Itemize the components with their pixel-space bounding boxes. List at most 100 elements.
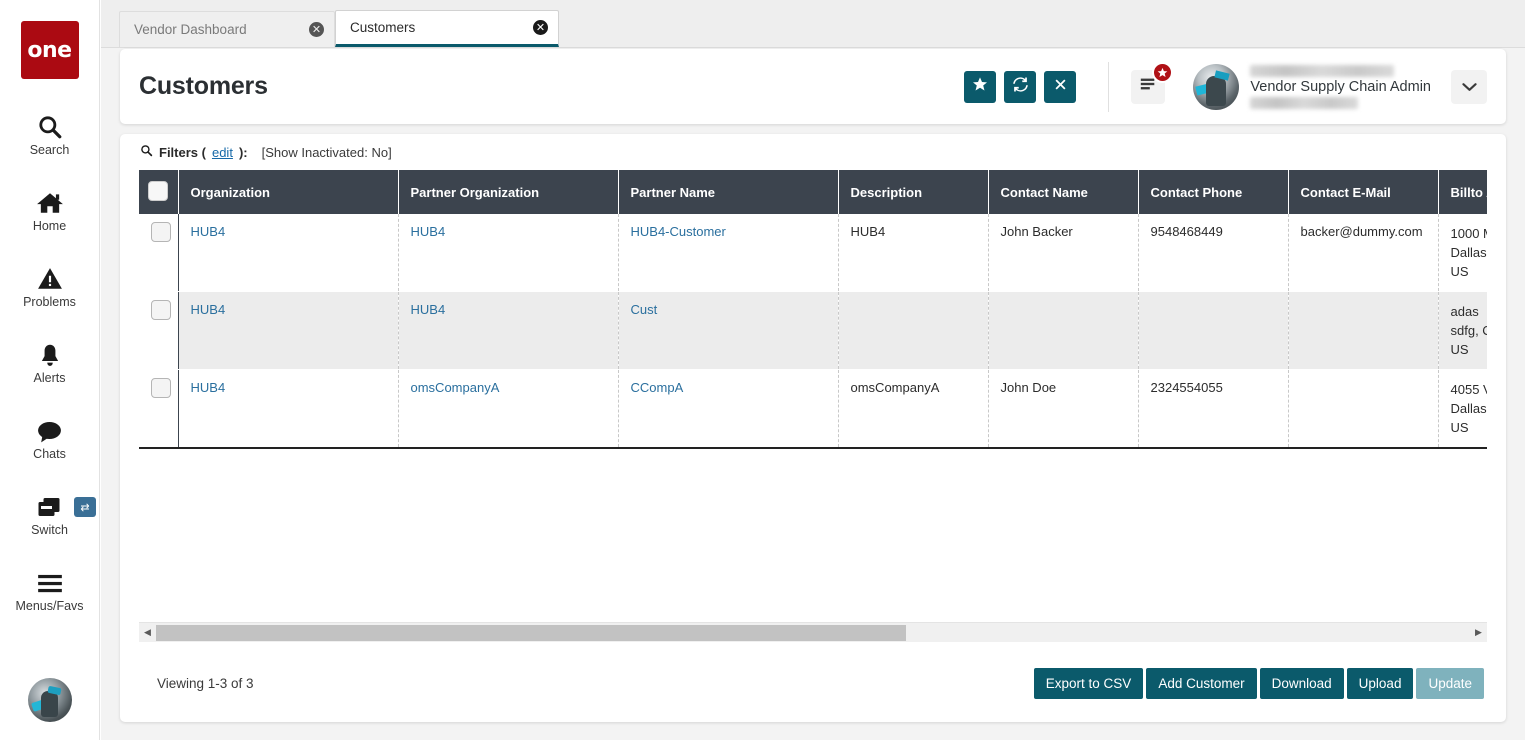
refresh-button[interactable] <box>1004 70 1037 103</box>
sidebar-item-switch[interactable]: ⇄ Switch <box>0 477 99 553</box>
col-contact-email[interactable]: Contact E-Mail <box>1288 170 1439 214</box>
chat-bubble-icon <box>36 417 63 445</box>
sidebar-item-alerts[interactable]: Alerts <box>0 325 99 401</box>
table-row[interactable]: HUB4 HUB4 Cust adas sdfg, CT <box>139 291 1487 370</box>
footer-buttons: Export to CSV Add Customer Download Uplo… <box>1033 667 1484 699</box>
cell-partner-name: Cust <box>618 291 839 370</box>
avatar-shape-2 <box>41 691 58 717</box>
cell-partner-name: HUB4-Customer <box>618 214 839 292</box>
organization-link[interactable]: HUB4 <box>191 224 226 239</box>
tab-bar: Vendor Dashboard ✕ Customers ✕ <box>101 0 1525 48</box>
cell-contact-email: backer@dummy.com <box>1288 214 1439 292</box>
filters-label: Filters ( <box>159 144 206 160</box>
sidebar-item-menus-favs[interactable]: Menus/Favs <box>0 553 99 629</box>
tab-customers[interactable]: Customers ✕ <box>335 10 559 47</box>
col-contact-phone[interactable]: Contact Phone <box>1138 170 1289 214</box>
swap-arrows-icon[interactable]: ⇄ <box>74 497 96 517</box>
filters-bar: Filters ( edit ): [Show Inactivated: No] <box>120 134 1506 170</box>
address-line: US <box>1450 264 1469 279</box>
row-select-cell <box>139 369 179 449</box>
header-action-buttons <box>964 70 1077 103</box>
cell-contact-phone <box>1138 291 1289 370</box>
refresh-icon <box>1012 76 1029 98</box>
chevron-down-icon[interactable] <box>1451 69 1487 104</box>
scroll-left-arrow-icon[interactable]: ◀ <box>139 623 156 643</box>
sidebar-item-label: Chats <box>33 447 66 462</box>
col-contact-name[interactable]: Contact Name <box>988 170 1139 214</box>
filters-edit-link[interactable]: edit <box>212 145 233 160</box>
download-button[interactable]: Download <box>1259 667 1344 699</box>
sidebar-item-label: Switch <box>31 523 68 538</box>
cell-organization: HUB4 <box>178 214 399 292</box>
cell-partner-organization: HUB4 <box>398 291 619 370</box>
scrollbar-track[interactable] <box>156 622 1470 642</box>
row-select-cell <box>139 291 179 370</box>
horizontal-scrollbar[interactable]: ◀ ▶ <box>139 622 1487 642</box>
cell-billto-address: 4055 Valley View Ln Dallas, TX US <box>1438 369 1488 449</box>
address-line: US <box>1450 420 1469 435</box>
search-icon <box>37 113 63 141</box>
favorite-button[interactable] <box>964 70 997 103</box>
partner-name-link[interactable]: Cust <box>631 302 658 317</box>
sidebar-item-chats[interactable]: Chats <box>0 401 99 477</box>
address-line: adas <box>1450 304 1479 319</box>
cell-contact-name: John Backer <box>988 214 1139 292</box>
sidebar-item-problems[interactable]: Problems <box>0 249 99 325</box>
page-title: Customers <box>139 72 268 100</box>
sidebar-item-label: Home <box>32 219 67 234</box>
add-customer-button[interactable]: Add Customer <box>1146 667 1257 699</box>
col-partner-name[interactable]: Partner Name <box>618 170 839 214</box>
user-account[interactable]: Vendor Supply Chain Admin <box>1193 63 1431 110</box>
organization-link[interactable]: HUB4 <box>191 380 226 395</box>
select-all-checkbox[interactable] <box>148 180 169 201</box>
partner-organization-link[interactable]: omsCompanyA <box>411 380 500 395</box>
partner-organization-link[interactable]: HUB4 <box>411 302 446 317</box>
col-billto-address[interactable]: Billto Address <box>1438 170 1487 214</box>
close-circle-icon[interactable]: ✕ <box>533 20 548 35</box>
organization-link[interactable]: HUB4 <box>191 302 226 317</box>
cell-description: omsCompanyA <box>838 369 989 449</box>
cell-contact-email <box>1288 291 1439 370</box>
row-select-cell <box>139 214 179 292</box>
cell-billto-address: 1000 Main St Dallas, TX US <box>1438 214 1487 292</box>
cell-partner-organization: HUB4 <box>398 214 619 292</box>
table-row[interactable]: HUB4 HUB4 HUB4-Customer HUB4 John Backer… <box>139 214 1487 292</box>
partner-organization-link[interactable]: HUB4 <box>411 224 446 239</box>
col-organization[interactable]: Organization <box>178 170 399 214</box>
avatar <box>1193 63 1240 110</box>
row-checkbox[interactable] <box>151 222 171 242</box>
close-button[interactable] <box>1044 70 1077 103</box>
col-partner-organization[interactable]: Partner Organization <box>398 170 619 214</box>
one-logo[interactable]: one <box>20 21 79 79</box>
close-circle-icon[interactable]: ✕ <box>309 22 324 37</box>
row-checkbox[interactable] <box>151 300 171 320</box>
sidebar-item-home[interactable]: Home <box>0 173 99 249</box>
user-avatar-icon[interactable] <box>28 678 72 722</box>
sidebar-item-label: Problems <box>23 295 76 310</box>
partner-name-link[interactable]: HUB4-Customer <box>631 224 726 239</box>
scrollbar-thumb[interactable] <box>156 624 906 641</box>
app-root: one Search Home Problems Alerts Chats ⇄ … <box>0 0 1525 740</box>
cell-organization: HUB4 <box>178 291 399 370</box>
grid-wrapper: Organization Partner Organization Partne… <box>139 170 1487 642</box>
cell-organization: HUB4 <box>178 369 399 449</box>
user-role: Vendor Supply Chain Admin <box>1250 78 1431 95</box>
left-nav-rail: one Search Home Problems Alerts Chats ⇄ … <box>0 0 100 740</box>
tab-label: Vendor Dashboard <box>134 22 247 37</box>
row-checkbox[interactable] <box>151 378 171 398</box>
x-icon <box>1053 77 1068 97</box>
update-button[interactable]: Update <box>1416 667 1484 699</box>
export-to-csv-button[interactable]: Export to CSV <box>1033 667 1144 699</box>
col-description[interactable]: Description <box>838 170 989 214</box>
address-line: Dallas, TX <box>1450 401 1488 416</box>
menus-button[interactable] <box>1131 61 1174 104</box>
upload-button[interactable]: Upload <box>1346 667 1414 699</box>
table-row[interactable]: HUB4 omsCompanyA CCompA omsCompanyA John… <box>139 369 1488 449</box>
sidebar-item-search[interactable]: Search <box>0 97 99 173</box>
partner-name-link[interactable]: CCompA <box>631 380 684 395</box>
star-icon <box>972 76 988 97</box>
scroll-right-arrow-icon[interactable]: ▶ <box>1470 623 1487 643</box>
tab-vendor-dashboard[interactable]: Vendor Dashboard ✕ <box>119 11 335 47</box>
address-line: US <box>1450 342 1469 357</box>
content-area: Customers Vendor Supply Chain Admin Filt… <box>101 48 1525 740</box>
